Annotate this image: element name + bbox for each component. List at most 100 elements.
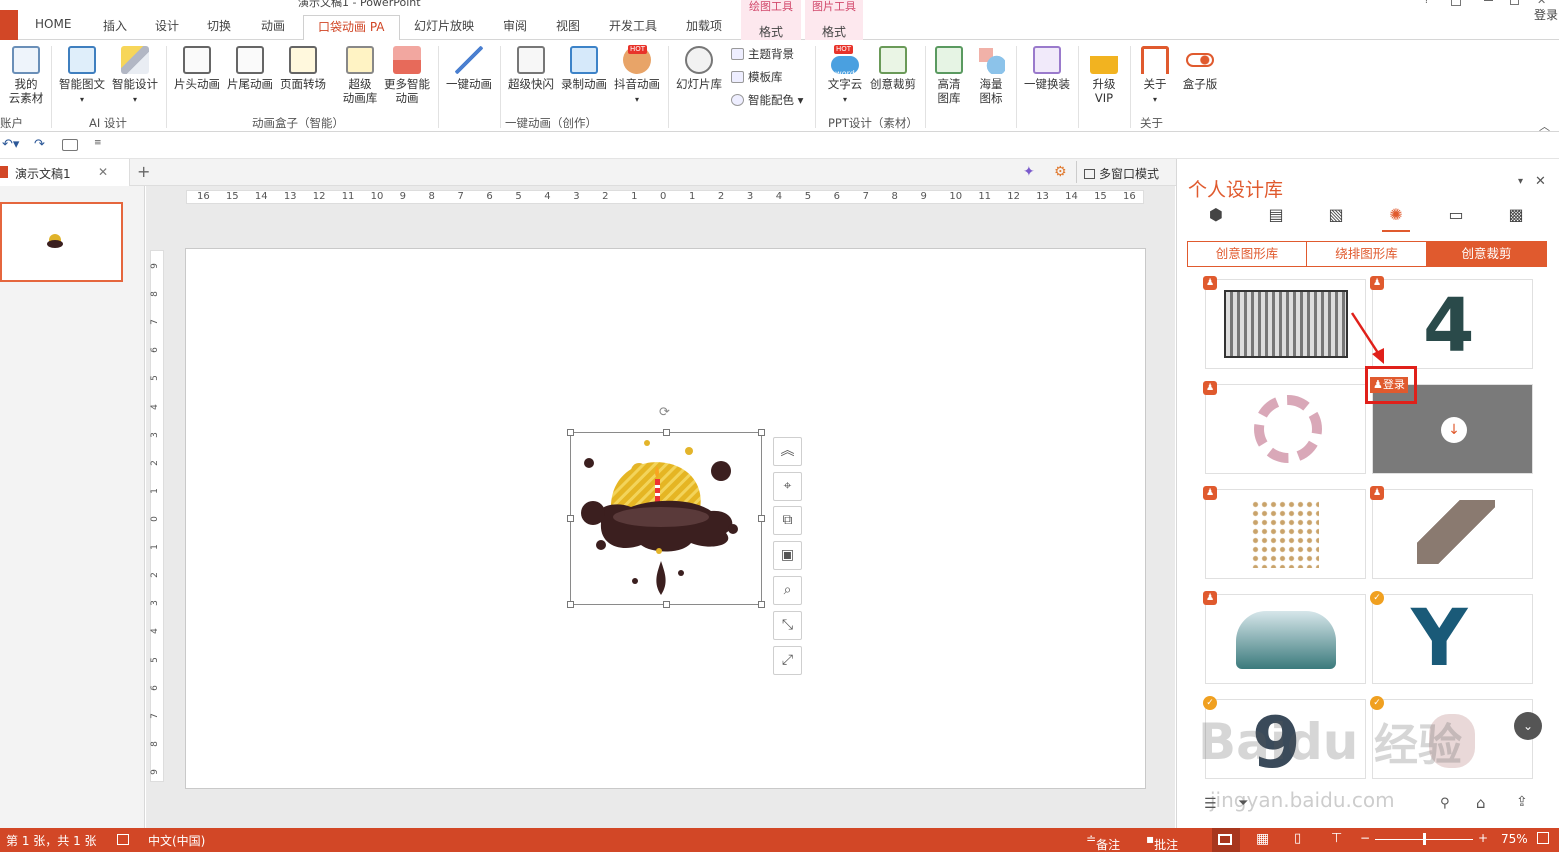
image-add-icon[interactable]: ▧ bbox=[1326, 205, 1346, 225]
customize-qat-icon[interactable]: ≡ bbox=[94, 138, 102, 148]
new-tab-button[interactable]: + bbox=[137, 162, 150, 181]
tab-pocket-animation[interactable]: 口袋动画 PA bbox=[303, 15, 400, 41]
close-tab-icon[interactable]: ✕ bbox=[98, 165, 108, 179]
resize-handle[interactable] bbox=[567, 429, 574, 436]
box-edition-button[interactable]: 盒子版 bbox=[1180, 46, 1220, 91]
douyin-animation-button[interactable]: 抖音动画 ▾ bbox=[611, 46, 663, 107]
card-login-label[interactable]: ♟登录 bbox=[1370, 377, 1408, 393]
slide-library-button[interactable]: 幻灯片库 bbox=[674, 46, 724, 91]
smart-color-button[interactable]: 智能配色 ▾ bbox=[731, 92, 803, 108]
zoom-search-icon[interactable]: ⌕ bbox=[773, 576, 802, 605]
document-tab[interactable]: 演示文稿1 ✕ bbox=[0, 159, 130, 186]
word-cloud-button[interactable]: word 文字云 ▾ bbox=[822, 46, 868, 107]
align-center-icon[interactable]: ⌖ bbox=[773, 472, 802, 501]
creative-crop-button[interactable]: 创意裁剪 bbox=[868, 46, 918, 91]
template-library-button[interactable]: 模板库 bbox=[731, 69, 783, 85]
tab-home[interactable]: HOME bbox=[35, 17, 71, 31]
tab-wrap-shapes[interactable]: 绕排图形库 bbox=[1306, 241, 1427, 267]
tab-creative-crop[interactable]: 创意裁剪 bbox=[1426, 241, 1547, 267]
multi-window-mode-button[interactable]: 多窗口模式 bbox=[1084, 165, 1159, 182]
replace-image-icon[interactable]: ▣ bbox=[773, 541, 802, 570]
rotate-handle-icon[interactable]: ⟳ bbox=[659, 405, 670, 420]
tab-creative-shapes[interactable]: 创意图形库 bbox=[1187, 241, 1307, 267]
tab-animations[interactable]: 动画 bbox=[261, 17, 285, 34]
layer-icon[interactable]: ⧉ bbox=[773, 506, 802, 535]
panel-menu-icon[interactable]: ▾ bbox=[1518, 176, 1523, 187]
tab-transitions[interactable]: 切换 bbox=[207, 17, 231, 34]
page-transition-button[interactable]: 页面转场 bbox=[278, 46, 328, 91]
tab-slideshow[interactable]: 幻灯片放映 bbox=[414, 17, 474, 34]
panel-close-icon[interactable]: ✕ bbox=[1535, 174, 1546, 189]
super-animation-library-button[interactable]: 超级 动画库 bbox=[339, 46, 381, 105]
tab-insert[interactable]: 插入 bbox=[103, 17, 127, 34]
bulb-icon[interactable]: ✺ bbox=[1386, 205, 1406, 225]
zoom-slider-thumb[interactable] bbox=[1423, 833, 1426, 845]
super-flash-button[interactable]: 超级快闪 bbox=[505, 46, 557, 91]
help-book-icon[interactable]: ▩ bbox=[1506, 205, 1526, 225]
download-icon[interactable]: ↓ bbox=[1441, 417, 1467, 443]
upload-icon[interactable]: ⇪ bbox=[1516, 794, 1528, 810]
start-slideshow-icon[interactable] bbox=[62, 139, 78, 151]
smart-graphic-button[interactable]: 智能图文 ▾ bbox=[57, 46, 107, 107]
spellcheck-icon[interactable] bbox=[117, 834, 129, 845]
drive-icon[interactable]: ▭ bbox=[1446, 205, 1466, 225]
tab-view[interactable]: 视图 bbox=[556, 17, 580, 34]
cube-icon[interactable]: ⬢ bbox=[1206, 205, 1226, 225]
resize-handle[interactable] bbox=[567, 601, 574, 608]
crop-template-card[interactable] bbox=[1205, 489, 1366, 579]
restore-icon[interactable] bbox=[1510, 0, 1519, 5]
minimize-icon[interactable] bbox=[1484, 0, 1493, 1]
upgrade-vip-button[interactable]: 升级 VIP bbox=[1088, 46, 1120, 105]
redo-icon[interactable]: ↷ bbox=[34, 137, 45, 152]
comments-button[interactable]: ▪ 批注 bbox=[1146, 832, 1178, 852]
undo-icon[interactable]: ↶▾ bbox=[2, 137, 19, 152]
scroll-down-icon[interactable]: ⌄ bbox=[1514, 712, 1542, 740]
crop-template-card[interactable] bbox=[1205, 594, 1366, 684]
hd-image-library-button[interactable]: 高清 图库 bbox=[933, 46, 965, 105]
icon-library-button[interactable]: 海量 图标 bbox=[975, 46, 1007, 105]
slide-sorter-icon[interactable]: ▦ bbox=[1256, 831, 1269, 847]
more-smart-animations-button[interactable]: 更多智能 动画 bbox=[382, 46, 432, 105]
help-icon[interactable]: ? bbox=[1424, 0, 1429, 6]
my-cloud-assets-button[interactable]: 我的 云素材 bbox=[6, 46, 46, 105]
tab-picture-format[interactable]: 格式 bbox=[805, 23, 863, 40]
theme-background-button[interactable]: 主题背景 bbox=[731, 46, 794, 62]
fit-to-window-icon[interactable] bbox=[1537, 832, 1549, 844]
zoom-in-button[interactable]: + bbox=[1478, 831, 1488, 845]
resize-handle[interactable] bbox=[663, 429, 670, 436]
reading-view-icon[interactable]: ▯ bbox=[1294, 831, 1301, 846]
notes-button[interactable]: ≐ 备注 bbox=[1086, 832, 1120, 852]
about-button[interactable]: 关于 ▾ bbox=[1139, 46, 1171, 107]
tab-review[interactable]: 审阅 bbox=[503, 17, 527, 34]
tab-design[interactable]: 设计 bbox=[155, 17, 179, 34]
outro-animation-button[interactable]: 片尾动画 bbox=[225, 46, 275, 91]
home-icon[interactable]: ⌂ bbox=[1476, 794, 1486, 812]
collapse-ribbon-icon[interactable]: ︿ bbox=[1539, 118, 1550, 134]
zoom-slider[interactable] bbox=[1375, 833, 1473, 845]
crop-template-card[interactable]: 4 bbox=[1372, 279, 1533, 369]
crop-template-card[interactable] bbox=[1372, 489, 1533, 579]
one-click-outfit-button[interactable]: 一键换装 bbox=[1022, 46, 1072, 91]
language-indicator[interactable]: 中文(中国) bbox=[148, 832, 205, 849]
tab-drawing-format[interactable]: 格式 bbox=[741, 23, 801, 40]
expand-icon[interactable]: ⤡ bbox=[773, 611, 802, 640]
shrink-icon[interactable]: ⤢ bbox=[773, 646, 802, 675]
ribbon-display-icon[interactable] bbox=[1451, 0, 1461, 6]
move-up-icon[interactable]: ︽ bbox=[773, 437, 802, 466]
crop-template-card[interactable] bbox=[1205, 279, 1366, 369]
login-link[interactable]: 登录 bbox=[1534, 6, 1558, 23]
tab-developer[interactable]: 开发工具 bbox=[609, 17, 657, 34]
pin-icon[interactable]: ⚲ bbox=[1440, 796, 1450, 811]
slideshow-view-icon[interactable]: ⊤ bbox=[1331, 831, 1342, 846]
settings-gear-icon[interactable]: ⚙ bbox=[1054, 164, 1067, 180]
smart-design-button[interactable]: 智能设计 ▾ bbox=[110, 46, 160, 107]
resize-handle[interactable] bbox=[758, 515, 765, 522]
crop-template-card[interactable]: Y bbox=[1372, 594, 1533, 684]
zoom-out-button[interactable]: − bbox=[1360, 831, 1370, 845]
zoom-level[interactable]: 75% bbox=[1501, 832, 1528, 846]
resize-handle[interactable] bbox=[663, 601, 670, 608]
one-click-animation-button[interactable]: 一键动画 bbox=[444, 46, 494, 91]
crop-template-card[interactable] bbox=[1205, 384, 1366, 474]
presentation-icon[interactable]: ▤ bbox=[1266, 205, 1286, 225]
resize-handle[interactable] bbox=[567, 515, 574, 522]
